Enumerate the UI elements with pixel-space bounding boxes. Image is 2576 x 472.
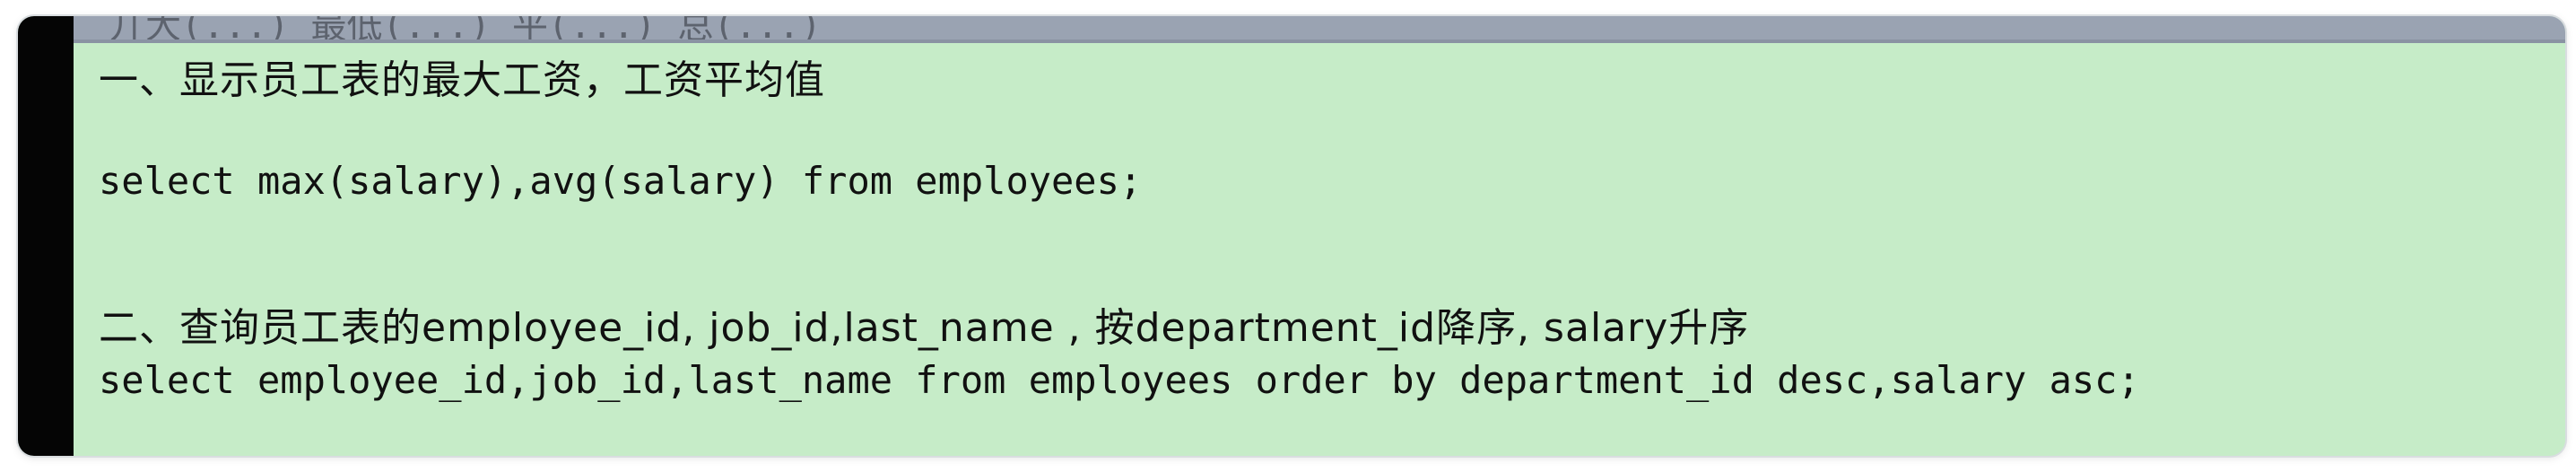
sql-line-2: select employee_id,job_id,last_name from… bbox=[99, 358, 2140, 402]
heading-line-2: 二、查询员工表的employee_id, job_id,last_name , … bbox=[99, 305, 1750, 351]
sql-line-1: select max(salary),avg(salary) from empl… bbox=[99, 159, 1143, 203]
editor-top-bar: 丌大(...) 最低(...) 平(...) 总(...) bbox=[74, 16, 2565, 43]
screenshot-frame: 丌大(...) 最低(...) 平(...) 总(...) 一、显示员工表的最大… bbox=[18, 16, 2565, 456]
heading-line-1: 一、显示员工表的最大工资，工资平均值 bbox=[99, 57, 825, 103]
editor-gutter bbox=[18, 16, 74, 456]
top-bar-partial-text: 丌大(...) 最低(...) 平(...) 总(...) bbox=[109, 16, 822, 43]
sql-text-editor[interactable]: 一、显示员工表的最大工资，工资平均值 select max(salary),av… bbox=[74, 43, 2565, 456]
